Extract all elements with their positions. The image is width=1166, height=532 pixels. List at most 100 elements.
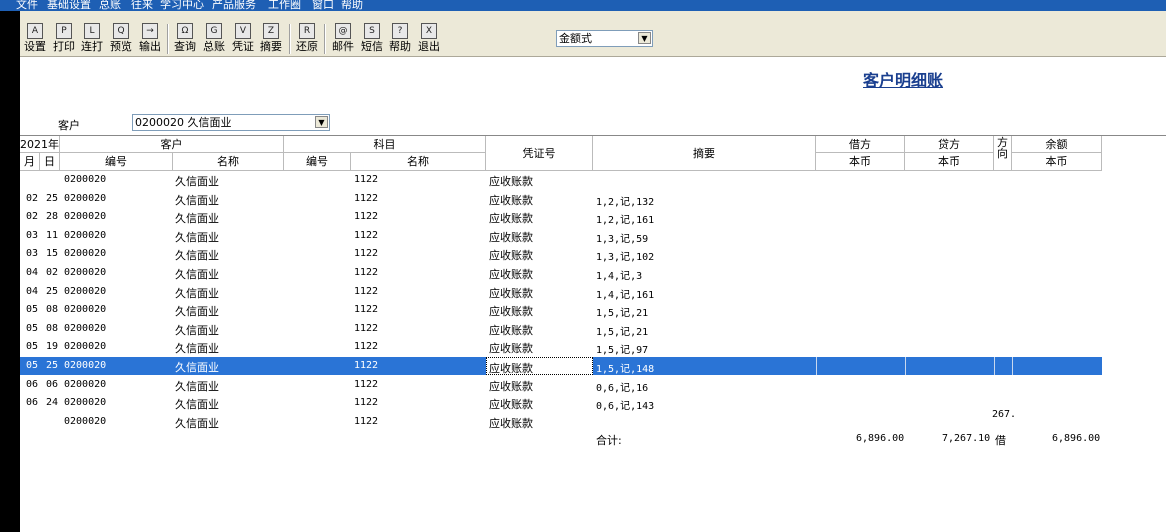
summary-cell: 1,4,记,3 <box>596 271 643 282</box>
menu-item[interactable]: 总账 <box>99 0 121 11</box>
chevron-down-icon[interactable]: ▼ <box>315 116 328 128</box>
total-credit: 7,267.10 <box>942 433 991 444</box>
table-row[interactable]: 05 25 0200020 久信面业 1122 应收账款 1,5,记,148 <box>20 357 1102 375</box>
batch-print-button[interactable]: L 连打 <box>79 23 105 55</box>
subject-name-cell: 应收账款 <box>489 362 533 375</box>
col-direction: 方向 <box>994 136 1012 171</box>
day-cell: 08 <box>46 322 59 334</box>
customer-name-cell: 久信面业 <box>175 379 219 393</box>
subject-code-cell: 1122 <box>354 229 379 241</box>
menu-item[interactable]: 学习中心 <box>160 0 204 11</box>
customer-name-cell: 久信面业 <box>175 305 219 319</box>
table-row[interactable]: 03 11 0200020 久信面业 1122 应收账款 1,3,记,59 <box>20 227 1102 245</box>
help-button[interactable]: ? 帮助 <box>387 23 413 55</box>
mail-icon: @ <box>335 23 351 39</box>
table-row[interactable]: 04 02 0200020 久信面业 1122 应收账款 1,4,记,3 <box>20 264 1102 282</box>
table-row[interactable]: 05 08 0200020 久信面业 1122 应收账款 1,5,记,21 <box>20 320 1102 338</box>
query-button[interactable]: Ω 查询 <box>172 23 198 55</box>
month-cell: 05 <box>26 341 39 353</box>
chevron-down-icon[interactable]: ▼ <box>638 32 651 44</box>
summary-cell: 1,5,记,21 <box>596 326 649 338</box>
customer-name-cell: 久信面业 <box>175 268 219 281</box>
subject-code-cell: 1122 <box>354 415 379 427</box>
menu-item[interactable]: 帮助 <box>341 0 363 11</box>
customer-code-cell: 0200020 <box>64 322 107 334</box>
customer-code-cell: 0200020 <box>64 211 107 223</box>
month-cell: 06 <box>26 378 39 390</box>
col-year: 2021年 <box>20 136 60 153</box>
total-balance: 6,896.00 <box>1052 433 1101 444</box>
preview-icon: Q <box>113 23 129 39</box>
format-select-value: 金额式 <box>559 32 592 45</box>
col-summary: 摘要 <box>593 136 816 171</box>
subject-name-cell: 应收账款 <box>489 175 533 188</box>
table-row[interactable]: 03 15 0200020 久信面业 1122 应收账款 1,3,记,102 <box>20 245 1102 263</box>
export-icon: → <box>142 23 158 39</box>
customer-code-cell: 0200020 <box>64 304 107 316</box>
table-row[interactable]: 04 25 0200020 久信面业 1122 应收账款 1,4,记,161 <box>20 283 1102 301</box>
settings-icon: A <box>27 23 43 39</box>
menu-item[interactable]: 窗口 <box>312 0 334 11</box>
subject-name-cell: 应收账款 <box>489 268 533 281</box>
subject-name-cell: 应收账款 <box>489 379 533 393</box>
customer-label: 客户 <box>58 119 80 132</box>
export-label: 输出 <box>139 40 161 53</box>
subject-code-cell: 1122 <box>354 267 379 278</box>
cell-divider <box>1012 357 1013 375</box>
total-label: 合计: <box>596 434 622 447</box>
menu-item[interactable]: 工作圈 <box>268 0 301 11</box>
restore-button[interactable]: R 还原 <box>294 23 320 55</box>
summary-cell: 0,6,记,16 <box>596 382 649 394</box>
menu-item[interactable]: 产品服务 <box>212 0 256 11</box>
table-row[interactable]: 06 24 0200020 久信面业 1122 应收账款 0,6,记,143 <box>20 394 1102 412</box>
table-row[interactable]: 02 28 0200020 久信面业 1122 应收账款 1,2,记,161 <box>20 208 1102 226</box>
menu-item[interactable]: 基础设置 <box>47 0 91 11</box>
customer-code-cell: 0200020 <box>64 360 107 371</box>
total-direction: 借 <box>995 434 1006 447</box>
table-row[interactable]: 05 08 0200020 久信面业 1122 应收账款 1,5,记,21 <box>20 301 1102 319</box>
preview-button[interactable]: Q 预览 <box>108 23 134 55</box>
main-window: A 设置 P 打印 L 连打 Q 预览 → 输出 Ω 查询 G 总账 V 凭证 Z 摘要 R 还原 @ 邮件 S 短信? 帮助 X… <box>20 11 1166 532</box>
menu-item[interactable]: 文件 <box>16 0 38 11</box>
customer-select[interactable]: 0200020 久信面业 ▼ <box>132 114 330 131</box>
customer-name-cell: 久信面业 <box>175 249 219 263</box>
summary-cell: 1,2,记,161 <box>596 215 655 227</box>
col-customer: 客户 <box>60 136 284 153</box>
subject-code-cell: 1122 <box>354 397 379 409</box>
customer-name-cell: 久信面业 <box>175 361 219 374</box>
ledger-button[interactable]: G 总账 <box>201 23 227 55</box>
month-cell: 04 <box>26 285 39 297</box>
batch-print-icon: L <box>84 23 100 39</box>
day-cell: 24 <box>46 397 59 409</box>
subject-code-cell: 1122 <box>354 341 379 353</box>
day-cell: 19 <box>46 341 59 353</box>
summary-button[interactable]: Z 摘要 <box>258 23 284 55</box>
mail-button[interactable]: @ 邮件 <box>330 23 356 55</box>
focused-cell[interactable]: 应收账款 <box>486 357 593 375</box>
customer-code-cell: 0200020 <box>64 285 107 297</box>
table-row[interactable]: 06 06 0200020 久信面业 1122 应收账款 0,6,记,16 <box>20 376 1102 394</box>
settings-button[interactable]: A 设置 <box>22 23 48 55</box>
customer-name-cell: 久信面业 <box>175 323 219 337</box>
subject-name-cell: 应收账款 <box>489 286 533 300</box>
export-button[interactable]: → 输出 <box>137 23 163 55</box>
col-voucher-no: 凭证号 <box>486 136 593 171</box>
exit-button[interactable]: X 退出 <box>416 23 442 55</box>
sms-button[interactable]: S 短信 <box>359 23 385 55</box>
summary-cell: 1,5,记,97 <box>596 345 649 357</box>
menu-item[interactable]: 往来 <box>131 0 153 11</box>
month-cell: 06 <box>26 397 39 409</box>
subject-name-cell: 应收账款 <box>489 342 533 356</box>
format-select[interactable]: 金额式 ▼ <box>556 30 653 47</box>
table-row[interactable]: 05 19 0200020 久信面业 1122 应收账款 1,5,记,97 <box>20 338 1102 356</box>
table-row[interactable]: 0200020 久信面业 1122 应收账款 267. <box>20 409 1102 431</box>
page-title: 客户明细账 <box>863 71 944 90</box>
table-row[interactable]: 02 25 0200020 久信面业 1122 应收账款 1,2,记,132 <box>20 190 1102 208</box>
cell-divider <box>994 357 995 375</box>
col-debit-currency: 本币 <box>816 153 905 171</box>
table-row[interactable]: 0200020 久信面业 1122 应收账款 <box>20 171 1102 189</box>
print-button[interactable]: P 打印 <box>51 23 77 55</box>
voucher-button[interactable]: V 凭证 <box>230 23 256 55</box>
subject-code-cell: 1122 <box>354 211 379 223</box>
help-icon: ? <box>392 23 408 39</box>
